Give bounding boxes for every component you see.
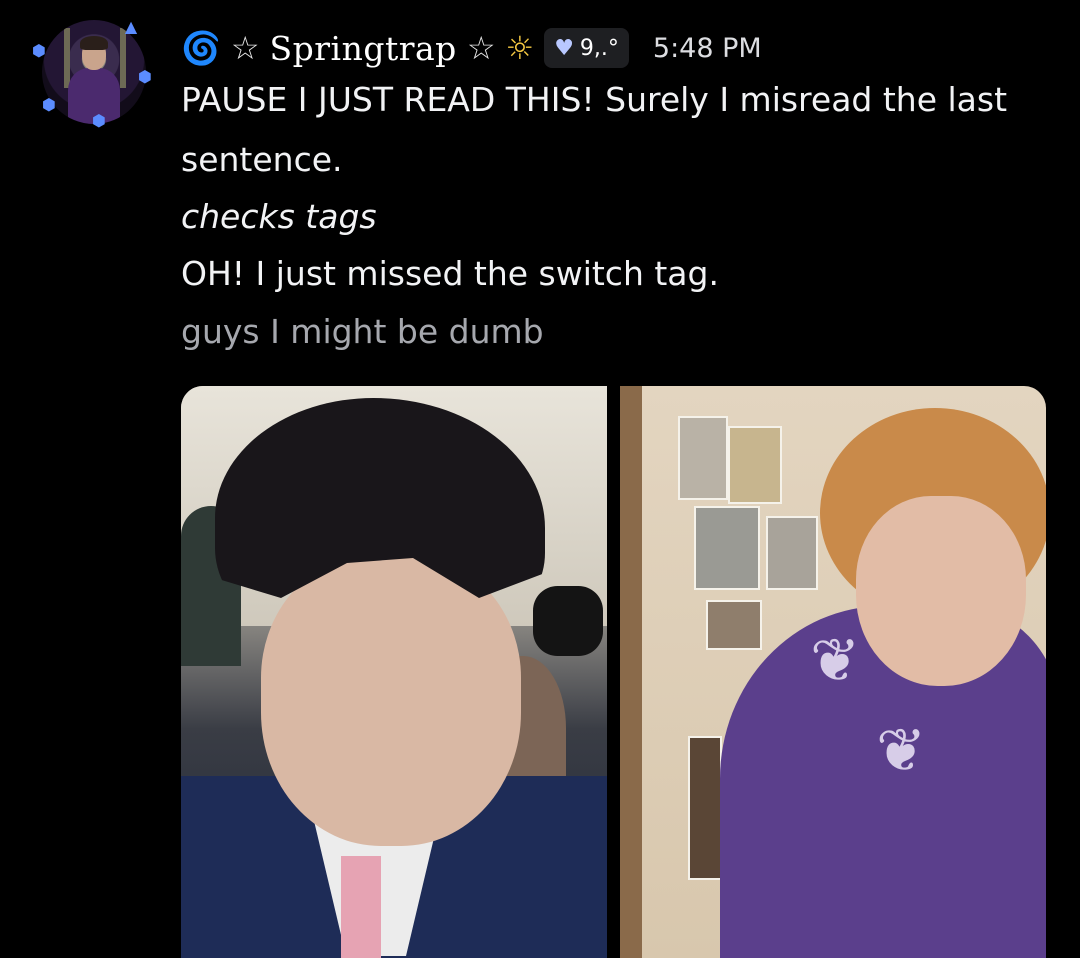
tie-shape [341, 856, 381, 958]
message-line-1: PAUSE I JUST READ THIS! Surely I misread… [181, 80, 1008, 119]
curtain-shape [620, 386, 642, 958]
poster-shape [766, 516, 818, 590]
attachment-image-right[interactable]: ❦ ❦ [620, 386, 1046, 958]
dice-icon: ⬢ [92, 111, 106, 130]
embroidery-shape: ❦ [876, 716, 927, 786]
image-gallery: ❦ ❦ [181, 386, 1046, 958]
poster-shape [706, 600, 762, 650]
sun-icon: ☼ [505, 29, 535, 67]
camera-shape [533, 586, 603, 656]
username[interactable]: Springtrap [270, 29, 457, 68]
column-shape [120, 28, 126, 88]
dice-icon: ▲ [124, 17, 138, 36]
dice-icon: ⬢ [42, 95, 56, 114]
badge-tag-text: 9,.° [579, 35, 619, 61]
message-line-2: sentence. [181, 140, 343, 179]
message-header: 🌀 ☆ Springtrap ☆ ☼ ♥ 9,.° 5:48 PM [181, 20, 762, 76]
heart-icon: ♥ [554, 35, 574, 61]
cyclone-icon: 🌀 [181, 29, 221, 67]
message-line-3: checks tags [181, 197, 377, 236]
face-shape [856, 496, 1026, 686]
star-outline-icon: ☆ [230, 29, 260, 67]
hair-shape [80, 36, 108, 50]
server-tag-badge[interactable]: ♥ 9,.° [544, 28, 629, 68]
avatar[interactable]: ⬢ ▲ ⬢ ⬢ ⬢ [28, 8, 160, 134]
dice-icon: ⬢ [32, 41, 46, 60]
column-shape [64, 28, 70, 88]
embroidery-shape: ❦ [810, 626, 861, 696]
poster-shape [678, 416, 728, 500]
poster-shape [728, 426, 782, 504]
timestamp[interactable]: 5:48 PM [653, 33, 762, 64]
poster-shape [688, 736, 722, 880]
attachment-image-left[interactable] [181, 386, 607, 958]
message-line-4: OH! I just missed the switch tag. [181, 254, 719, 293]
message-subtext: guys I might be dumb [181, 312, 544, 351]
star-outline-icon: ☆ [466, 29, 496, 67]
face-shape [261, 556, 521, 846]
poster-shape [694, 506, 760, 590]
dice-icon: ⬢ [138, 67, 152, 86]
